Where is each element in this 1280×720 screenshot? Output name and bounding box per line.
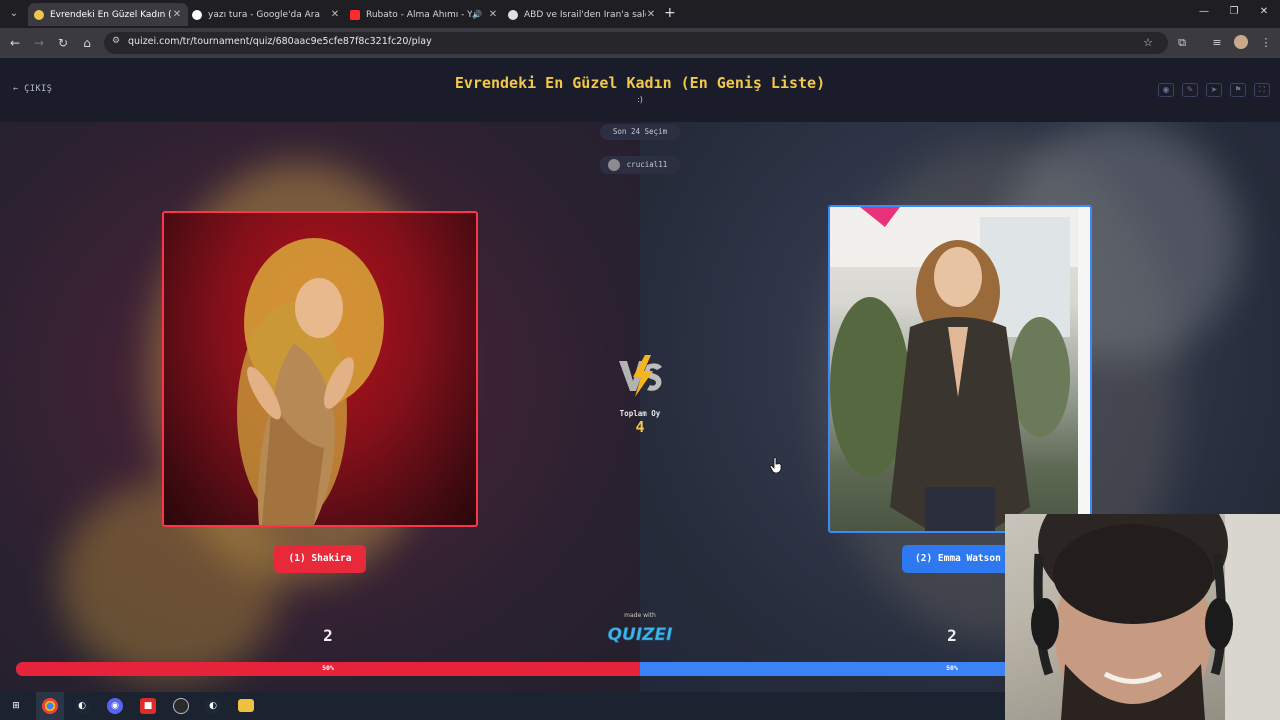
steam-icon-2[interactable]: ◐ xyxy=(205,698,221,714)
browser-toolbar: ← → ↻ ⌂ ⚙ quizei.com/tr/tournament/quiz/… xyxy=(0,28,1280,58)
app-icon[interactable]: ■ xyxy=(140,698,156,714)
home-icon[interactable]: ⌂ xyxy=(79,35,95,51)
edit-icon[interactable]: ✎ xyxy=(1182,83,1198,97)
total-votes-value: 4 xyxy=(635,418,645,436)
vote-left-button[interactable]: (1) Shakira xyxy=(274,545,366,573)
vote-right-button[interactable]: (2) Emma Watson xyxy=(902,545,1012,573)
new-tab-icon[interactable]: + xyxy=(664,5,678,21)
share-icon[interactable]: ➤ xyxy=(1206,83,1222,97)
close-tab-icon[interactable]: ✕ xyxy=(172,9,182,20)
back-icon[interactable]: ← xyxy=(7,35,23,51)
bookmark-star-icon[interactable]: ☆ xyxy=(1141,36,1155,50)
google-favicon-icon xyxy=(192,9,202,20)
tab-youtube[interactable]: Rubato - Alma Ahımı - You 🔊 ✕ xyxy=(344,3,504,26)
contestant-right-card[interactable] xyxy=(828,205,1092,533)
webcam-feed xyxy=(1031,514,1280,720)
made-with-label: made with xyxy=(624,612,656,619)
extensions-icon[interactable]: ⧉ xyxy=(1175,36,1189,50)
close-window-icon[interactable]: ✕ xyxy=(1256,6,1272,17)
browser-tab-bar: ⌄ Evrendeki En Güzel Kadın (En G ✕ yazı … xyxy=(0,0,1280,28)
minimize-icon[interactable]: — xyxy=(1196,6,1212,17)
tab-search-icon[interactable]: ⌄ xyxy=(6,6,22,22)
audio-playing-icon[interactable]: 🔊 xyxy=(472,10,482,19)
quizei-favicon-icon xyxy=(34,9,44,20)
versus-lightning-icon xyxy=(619,355,662,397)
tab-quizei[interactable]: Evrendeki En Güzel Kadın (En G ✕ xyxy=(28,3,188,26)
site-info-icon[interactable]: ⚙ xyxy=(112,36,124,48)
tab-title: ABD ve İsrail'den İran'a saldırı xyxy=(524,9,646,20)
quiz-header: ← ÇIKIŞ Evrendeki En Güzel Kadın (En Gen… xyxy=(0,58,1280,122)
news-favicon-icon xyxy=(508,9,518,20)
obs-icon[interactable] xyxy=(173,698,189,714)
contestant-left-photo xyxy=(237,238,384,525)
creator-avatar xyxy=(608,159,620,171)
reload-icon[interactable]: ↻ xyxy=(55,35,71,51)
tab-title: yazı tura - Google'da Ara xyxy=(208,9,321,20)
close-tab-icon[interactable]: ✕ xyxy=(330,9,340,20)
hand-cursor-icon xyxy=(770,457,782,473)
creator-badge[interactable]: crucial11 xyxy=(600,156,680,174)
webcam-overlay xyxy=(1005,514,1280,720)
contestant-right-photo xyxy=(830,207,1090,531)
youtube-favicon-icon xyxy=(350,9,360,20)
left-vote-count: 2 xyxy=(323,626,333,645)
right-percent-label: 50% xyxy=(946,664,958,672)
close-tab-icon[interactable]: ✕ xyxy=(488,9,498,20)
chrome-icon[interactable] xyxy=(42,698,58,714)
creator-name: crucial11 xyxy=(626,160,668,169)
flag-icon[interactable]: ⚑ xyxy=(1230,83,1246,97)
right-vote-count: 2 xyxy=(947,626,957,645)
steam-icon[interactable]: ◐ xyxy=(74,698,90,714)
quizei-logo-text: QUIZEI xyxy=(608,625,673,645)
tab-title: Rubato - Alma Ahımı - You xyxy=(366,9,473,20)
url-text: quizei.com/tr/tournament/quiz/680aac9e5c… xyxy=(128,36,432,47)
close-tab-icon[interactable]: ✕ xyxy=(646,9,656,20)
media-control-icon[interactable]: ≡ xyxy=(1210,36,1224,50)
quiz-title: Evrendeki En Güzel Kadın (En Geniş Liste… xyxy=(454,74,826,92)
discord-icon[interactable]: ◉ xyxy=(107,698,123,714)
quiz-subtitle: :) xyxy=(637,95,643,104)
fullscreen-icon[interactable]: ⛶ xyxy=(1254,83,1270,97)
round-badge: Son 24 Seçim xyxy=(600,124,680,140)
forward-icon[interactable]: → xyxy=(31,35,47,51)
folder-icon[interactable] xyxy=(238,699,254,712)
contestant-left-card[interactable] xyxy=(162,211,478,527)
tab-google[interactable]: yazı tura - Google'da Ara ✕ xyxy=(186,3,346,26)
browser-menu-icon[interactable]: ⋮ xyxy=(1259,36,1273,50)
restore-icon[interactable]: ❐ xyxy=(1226,6,1242,17)
tab-news[interactable]: ABD ve İsrail'den İran'a saldırı ✕ xyxy=(502,3,662,26)
windows-start-icon[interactable]: ⊞ xyxy=(8,698,24,714)
total-votes-label: Toplam Oy xyxy=(619,409,661,418)
eye-icon[interactable]: ◉ xyxy=(1158,83,1174,97)
left-percent-label: 50% xyxy=(322,664,334,672)
quizei-logo[interactable]: QUIZEI xyxy=(606,621,674,645)
screen: ⌄ Evrendeki En Güzel Kadın (En G ✕ yazı … xyxy=(0,0,1280,720)
tab-title: Evrendeki En Güzel Kadın (En G xyxy=(50,9,172,20)
profile-avatar-icon[interactable] xyxy=(1234,35,1248,49)
address-bar[interactable]: ⚙ quizei.com/tr/tournament/quiz/680aac9e… xyxy=(104,32,1168,54)
